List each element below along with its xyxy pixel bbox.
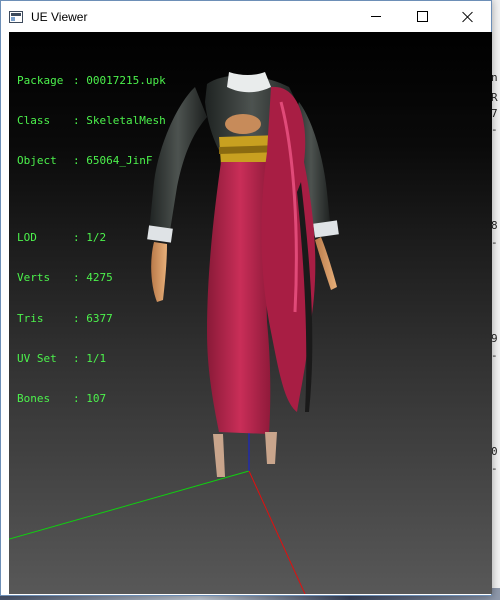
close-icon: [462, 11, 474, 23]
maximize-button[interactable]: [399, 1, 445, 32]
title-bar[interactable]: UE Viewer: [1, 1, 491, 32]
right-hand: [315, 237, 337, 290]
minimize-button[interactable]: [353, 1, 399, 32]
window-title: UE Viewer: [31, 9, 88, 24]
info-row-package: Package: 00017215.upk: [17, 73, 166, 87]
collar: [227, 72, 271, 93]
info-row-verts: Verts: 4275: [17, 271, 113, 285]
chest-skin: [225, 114, 261, 134]
app-window-icon: [9, 10, 23, 23]
3d-viewport[interactable]: Package: 00017215.upk Class: SkeletalMes…: [9, 32, 492, 594]
info-row-lod: LOD: 1/2: [17, 231, 107, 245]
info-row-class: Class: SkeletalMesh: [17, 114, 166, 128]
info-row-uvset: UV Set: 1/1: [17, 351, 107, 365]
ue-viewer-window: UE Viewer Package: 00017215.upk Class:…: [0, 0, 492, 596]
info-row-tris: Tris: 6377: [17, 311, 113, 325]
x-axis-line: [248, 470, 306, 594]
left-foot: [213, 434, 225, 477]
maximize-icon: [416, 11, 428, 22]
right-foot: [265, 432, 277, 464]
mesh-info-overlay: Package: 00017215.upk Class: SkeletalMes…: [17, 47, 166, 432]
y-axis-line: [9, 470, 250, 540]
minimize-icon: [371, 16, 381, 17]
info-row-bones: Bones: 107: [17, 392, 107, 406]
close-button[interactable]: [445, 1, 491, 32]
info-row-object: Object: 65064_JinF: [17, 154, 153, 168]
